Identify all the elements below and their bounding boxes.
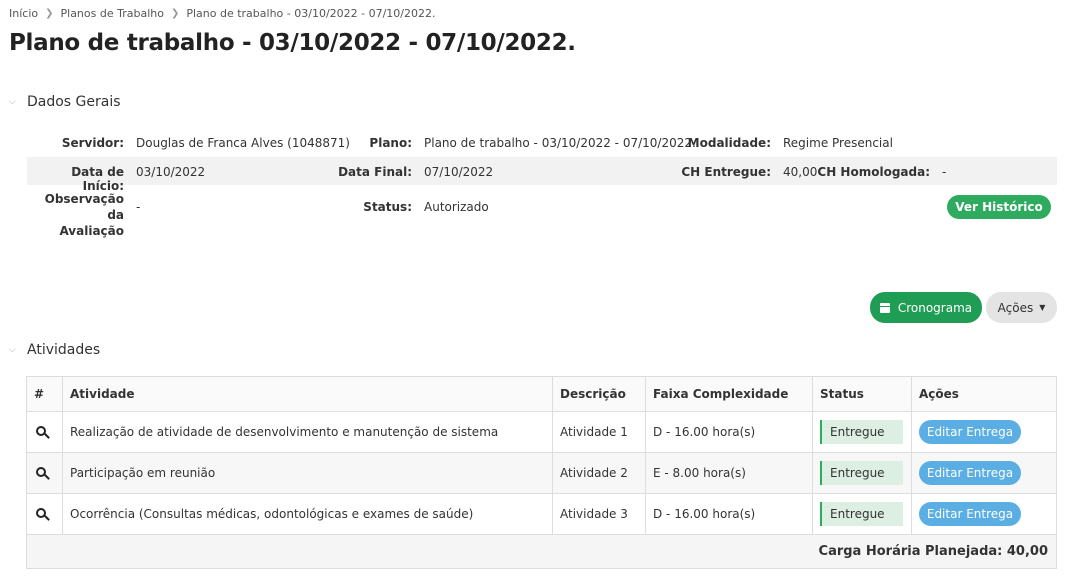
ch-entregue-value: 40,00 <box>783 165 818 179</box>
atividades-table: # Atividade Descrição Faixa Complexidade… <box>26 376 1057 569</box>
acoes-label: Ações <box>997 300 1034 315</box>
chevron-down-icon: ⌵ <box>9 345 16 355</box>
faixa-cell: D - 16.00 hora(s) <box>645 493 813 535</box>
search-icon[interactable] <box>36 508 46 518</box>
view-cell <box>26 493 63 535</box>
cronograma-button[interactable]: Cronograma <box>870 292 982 323</box>
servidor-label: Servidor: <box>61 136 124 150</box>
ver-historico-button[interactable]: Ver Histórico <box>947 195 1051 219</box>
breadcrumb-item-inicio[interactable]: Início <box>9 7 38 20</box>
breadcrumb-item-current: Plano de trabalho - 03/10/2022 - 07/10/2… <box>186 7 436 20</box>
acoes-dropdown-button[interactable]: Ações ▼ <box>986 292 1057 323</box>
descricao-cell: Atividade 3 <box>552 493 646 535</box>
status-cell: Entregue <box>812 452 912 494</box>
status-cell: Entregue <box>812 493 912 535</box>
data-final-value: 07/10/2022 <box>424 165 494 179</box>
chevron-down-icon: ⌵ <box>9 97 16 107</box>
breadcrumb-item-planos[interactable]: Planos de Trabalho <box>61 7 164 20</box>
table-footer-row: Carga Horária Planejada: 40,00 <box>26 534 1057 569</box>
info-row-3: Observação da Avaliação - Status: Autori… <box>27 185 1057 238</box>
column-header-index: # <box>26 376 63 412</box>
ch-entregue-label: CH Entregue: <box>681 165 771 179</box>
descricao-cell: Atividade 2 <box>552 452 646 494</box>
column-header-status: Status <box>812 376 912 412</box>
view-cell <box>26 411 63 453</box>
section-dados-gerais-toggle[interactable]: ⌵ Dados Gerais <box>9 94 121 110</box>
cronograma-label: Cronograma <box>897 300 973 315</box>
data-inicio-value: 03/10/2022 <box>136 165 206 179</box>
info-row-1: Servidor: Douglas de Franca Alves (10488… <box>27 129 1057 157</box>
table-row: Realização de atividade de desenvolvimen… <box>26 411 1057 453</box>
editar-entrega-button[interactable]: Editar Entrega <box>919 420 1021 444</box>
column-header-acoes: Ações <box>911 376 1057 412</box>
atividade-cell: Realização de atividade de desenvolvimen… <box>62 411 553 453</box>
column-header-atividade: Atividade <box>62 376 553 412</box>
servidor-value: Douglas de Franca Alves (1048871) <box>136 136 350 150</box>
ch-homologada-value: - <box>942 165 947 179</box>
status-label: Status: <box>363 200 412 214</box>
plano-value: Plano de trabalho - 03/10/2022 - 07/10/2… <box>424 136 696 150</box>
faixa-cell: D - 16.00 hora(s) <box>645 411 813 453</box>
status-badge: Entregue <box>820 502 903 526</box>
observacao-value: - <box>136 200 141 214</box>
table-row: Participação em reunião Atividade 2 E - … <box>26 452 1057 494</box>
acoes-cell: Editar Entrega <box>911 411 1057 453</box>
table-row: Ocorrência (Consultas médicas, odontológ… <box>26 493 1057 535</box>
atividade-cell: Participação em reunião <box>62 452 553 494</box>
column-header-descricao: Descrição <box>552 376 646 412</box>
acoes-cell: Editar Entrega <box>911 493 1057 535</box>
status-badge: Entregue <box>820 461 903 485</box>
view-cell <box>26 452 63 494</box>
data-final-label: Data Final: <box>338 165 412 179</box>
section-atividades-toggle[interactable]: ⌵ Atividades <box>9 342 100 358</box>
modalidade-label: Modalidade: <box>687 136 771 150</box>
search-icon[interactable] <box>36 426 46 436</box>
atividade-cell: Ocorrência (Consultas médicas, odontológ… <box>62 493 553 535</box>
chevron-right-icon: ❯ <box>170 8 180 19</box>
ch-homologada-label: CH Homologada: <box>817 165 930 179</box>
section-title: Atividades <box>27 342 101 358</box>
faixa-cell: E - 8.00 hora(s) <box>645 452 813 494</box>
search-icon[interactable] <box>36 467 46 477</box>
plano-label: Plano: <box>369 136 412 150</box>
status-cell: Entregue <box>812 411 912 453</box>
table-header-row: # Atividade Descrição Faixa Complexidade… <box>26 376 1057 412</box>
acoes-cell: Editar Entrega <box>911 452 1057 494</box>
breadcrumb: Início ❯ Planos de Trabalho ❯ Plano de t… <box>9 7 436 20</box>
carga-horaria-total: Carga Horária Planejada: 40,00 <box>26 534 1057 569</box>
page-title: Plano de trabalho - 03/10/2022 - 07/10/2… <box>9 30 576 56</box>
chevron-down-icon: ▼ <box>1039 303 1046 312</box>
column-header-faixa: Faixa Complexidade <box>645 376 813 412</box>
observacao-label: Observação da Avaliação <box>44 192 124 238</box>
calendar-icon <box>879 302 890 313</box>
editar-entrega-button[interactable]: Editar Entrega <box>919 461 1021 485</box>
modalidade-value: Regime Presencial <box>783 136 893 150</box>
info-row-2: Data de Início: 03/10/2022 Data Final: 0… <box>27 157 1057 193</box>
status-badge: Entregue <box>820 420 903 444</box>
status-value: Autorizado <box>424 200 489 214</box>
editar-entrega-button[interactable]: Editar Entrega <box>919 502 1021 526</box>
section-title: Dados Gerais <box>27 94 121 110</box>
chevron-right-icon: ❯ <box>45 8 54 19</box>
descricao-cell: Atividade 1 <box>552 411 646 453</box>
